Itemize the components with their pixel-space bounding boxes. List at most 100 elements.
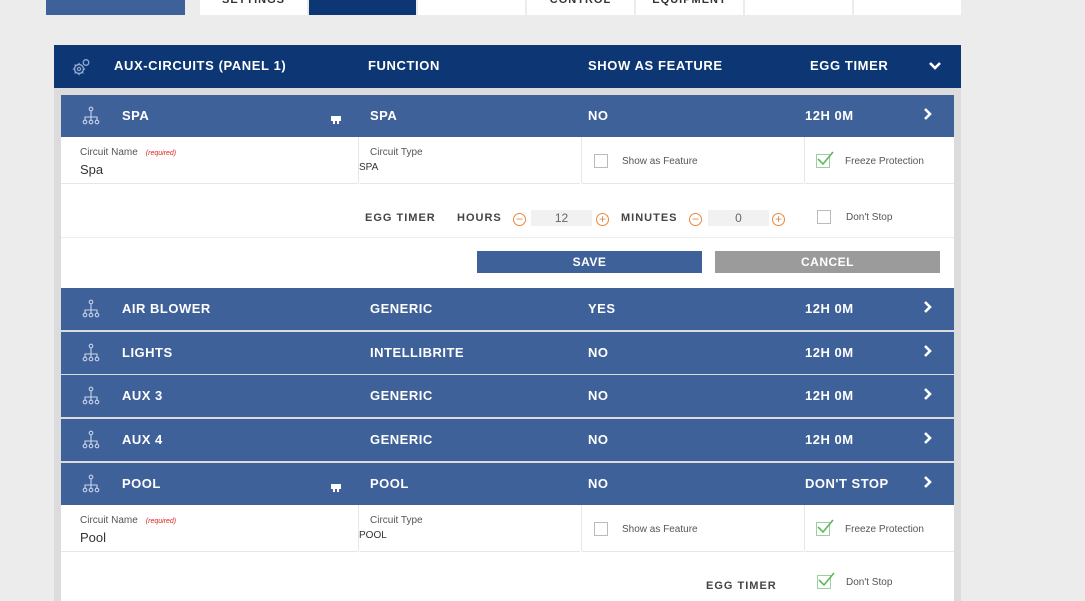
circuit-type-field[interactable]: Circuit Type POOL (359, 505, 580, 552)
header-circuit-title: AUX-CIRCUITS (PANEL 1) (114, 58, 287, 73)
check-icon (817, 519, 834, 534)
show-feature-field: Show as Feature (582, 505, 804, 552)
chevron-right-icon[interactable] (923, 475, 933, 492)
required-label: (required) (145, 150, 177, 157)
circuit-name: POOL (122, 476, 161, 491)
circuit-function: SPA (370, 108, 398, 123)
header-egg-timer: EGG TIMER (810, 58, 889, 73)
circuit-tree-icon (81, 386, 101, 409)
chevron-right-icon[interactable] (923, 387, 933, 404)
circuit-name-input[interactable]: Pool (80, 530, 106, 545)
header-show-as-feature: SHOW AS FEATURE (588, 58, 723, 73)
tab-settings[interactable]: SETTINGS (200, 0, 307, 15)
circuit-feature: NO (588, 345, 609, 360)
show-feature-label: Show as Feature (622, 524, 698, 535)
circuit-row-aux-4[interactable]: AUX 4 GENERIC NO 12H 0M (61, 419, 954, 461)
minus-circle-icon[interactable]: − (513, 213, 526, 226)
show-feature-checkbox[interactable] (594, 522, 608, 536)
freeze-checkbox[interactable] (816, 151, 834, 168)
circuit-row-lights[interactable]: LIGHTS INTELLIBRITE NO 12H 0M (61, 332, 954, 374)
chevron-down-icon[interactable] (928, 59, 942, 74)
spa-detail-form: Circuit Name (required) Spa Circuit Type … (61, 137, 954, 288)
circuit-name-label: Circuit Name (80, 515, 138, 526)
circuit-type-label: Circuit Type (370, 515, 423, 526)
check-icon (817, 151, 834, 166)
circuit-tree-icon (81, 430, 101, 453)
cancel-button[interactable]: CANCEL (715, 251, 940, 273)
circuit-row-spa[interactable]: SPA SPA NO 12H 0M (61, 95, 954, 137)
circuit-tree-icon (81, 343, 101, 366)
circuit-name: AIR BLOWER (122, 301, 211, 316)
freeze-checkbox[interactable] (816, 519, 834, 536)
circuit-name-field[interactable]: Circuit Name (required) Spa (61, 137, 358, 184)
divider (61, 237, 954, 238)
circuit-type-select[interactable]: POOL (359, 530, 387, 541)
chevron-right-icon[interactable] (923, 344, 933, 361)
dont-stop-label: Don't Stop (846, 212, 893, 223)
circuit-feature: YES (588, 301, 616, 316)
plus-circle-icon[interactable]: + (772, 213, 785, 226)
freeze-field: Freeze Protection (805, 505, 954, 552)
tab-control[interactable]: CONTROL (527, 0, 634, 15)
minutes-label: MINUTES (621, 212, 678, 224)
minus-circle-icon[interactable]: − (689, 213, 702, 226)
circuit-name: SPA (122, 108, 150, 123)
panel-header[interactable]: AUX-CIRCUITS (PANEL 1) FUNCTION SHOW AS … (54, 45, 961, 88)
show-feature-field: Show as Feature (582, 137, 804, 184)
circuit-function: GENERIC (370, 301, 433, 316)
circuit-row-aux-3[interactable]: AUX 3 GENERIC NO 12H 0M (61, 375, 954, 417)
circuit-timer: 12H 0M (805, 345, 854, 360)
dont-stop-label: Don't Stop (846, 577, 893, 588)
show-feature-label: Show as Feature (622, 156, 698, 167)
tab-1[interactable] (46, 0, 185, 15)
tab-active[interactable] (309, 0, 416, 15)
circuit-name-field[interactable]: Circuit Name (required) Pool (61, 505, 358, 552)
circuit-type-select[interactable]: SPA (359, 162, 378, 173)
freeze-label: Freeze Protection (845, 156, 924, 167)
circuit-tree-icon (81, 474, 101, 497)
circuit-name-input[interactable]: Spa (80, 162, 103, 177)
minutes-input[interactable]: 0 (708, 210, 769, 226)
circuit-name: AUX 4 (122, 432, 163, 447)
tab-4[interactable] (418, 0, 525, 15)
gear-icon (71, 58, 91, 81)
flag-icon (331, 112, 341, 127)
circuit-function: GENERIC (370, 432, 433, 447)
hours-input[interactable]: 12 (531, 210, 592, 226)
dont-stop-checkbox[interactable] (817, 210, 831, 224)
top-tab-bar: SETTINGS CONTROL EQUIPMENT (0, 0, 1085, 15)
circuit-feature: NO (588, 108, 609, 123)
chevron-right-icon[interactable] (923, 431, 933, 448)
egg-timer-label: EGG TIMER (365, 212, 436, 224)
circuit-timer: 12H 0M (805, 301, 854, 316)
circuit-tree-icon (81, 299, 101, 322)
dont-stop-checkbox[interactable] (817, 572, 835, 589)
circuit-timer: DON'T STOP (805, 476, 889, 491)
header-function: FUNCTION (368, 58, 440, 73)
circuit-function: POOL (370, 476, 409, 491)
chevron-right-icon[interactable] (923, 107, 933, 124)
tab-8[interactable] (854, 0, 961, 15)
plus-circle-icon[interactable]: + (596, 213, 609, 226)
required-label: (required) (145, 518, 177, 525)
circuit-function: INTELLIBRITE (370, 345, 465, 360)
circuit-feature: NO (588, 388, 609, 403)
circuit-row-air-blower[interactable]: AIR BLOWER GENERIC YES 12H 0M (61, 288, 954, 330)
freeze-label: Freeze Protection (845, 524, 924, 535)
circuit-function: GENERIC (370, 388, 433, 403)
circuit-row-pool[interactable]: POOL POOL NO DON'T STOP (61, 463, 954, 505)
show-feature-checkbox[interactable] (594, 154, 608, 168)
circuit-type-field[interactable]: Circuit Type SPA (359, 137, 580, 184)
circuit-feature: NO (588, 432, 609, 447)
circuit-type-label: Circuit Type (370, 147, 423, 158)
hours-label: HOURS (457, 212, 502, 224)
save-button[interactable]: SAVE (477, 251, 702, 273)
circuit-tree-icon (81, 106, 101, 129)
freeze-field: Freeze Protection (805, 137, 954, 184)
tab-equipment[interactable]: EQUIPMENT (636, 0, 743, 15)
circuit-name: LIGHTS (122, 345, 173, 360)
chevron-right-icon[interactable] (923, 300, 933, 317)
tab-7[interactable] (745, 0, 852, 15)
circuit-name-label: Circuit Name (80, 147, 138, 158)
circuit-name: AUX 3 (122, 388, 163, 403)
